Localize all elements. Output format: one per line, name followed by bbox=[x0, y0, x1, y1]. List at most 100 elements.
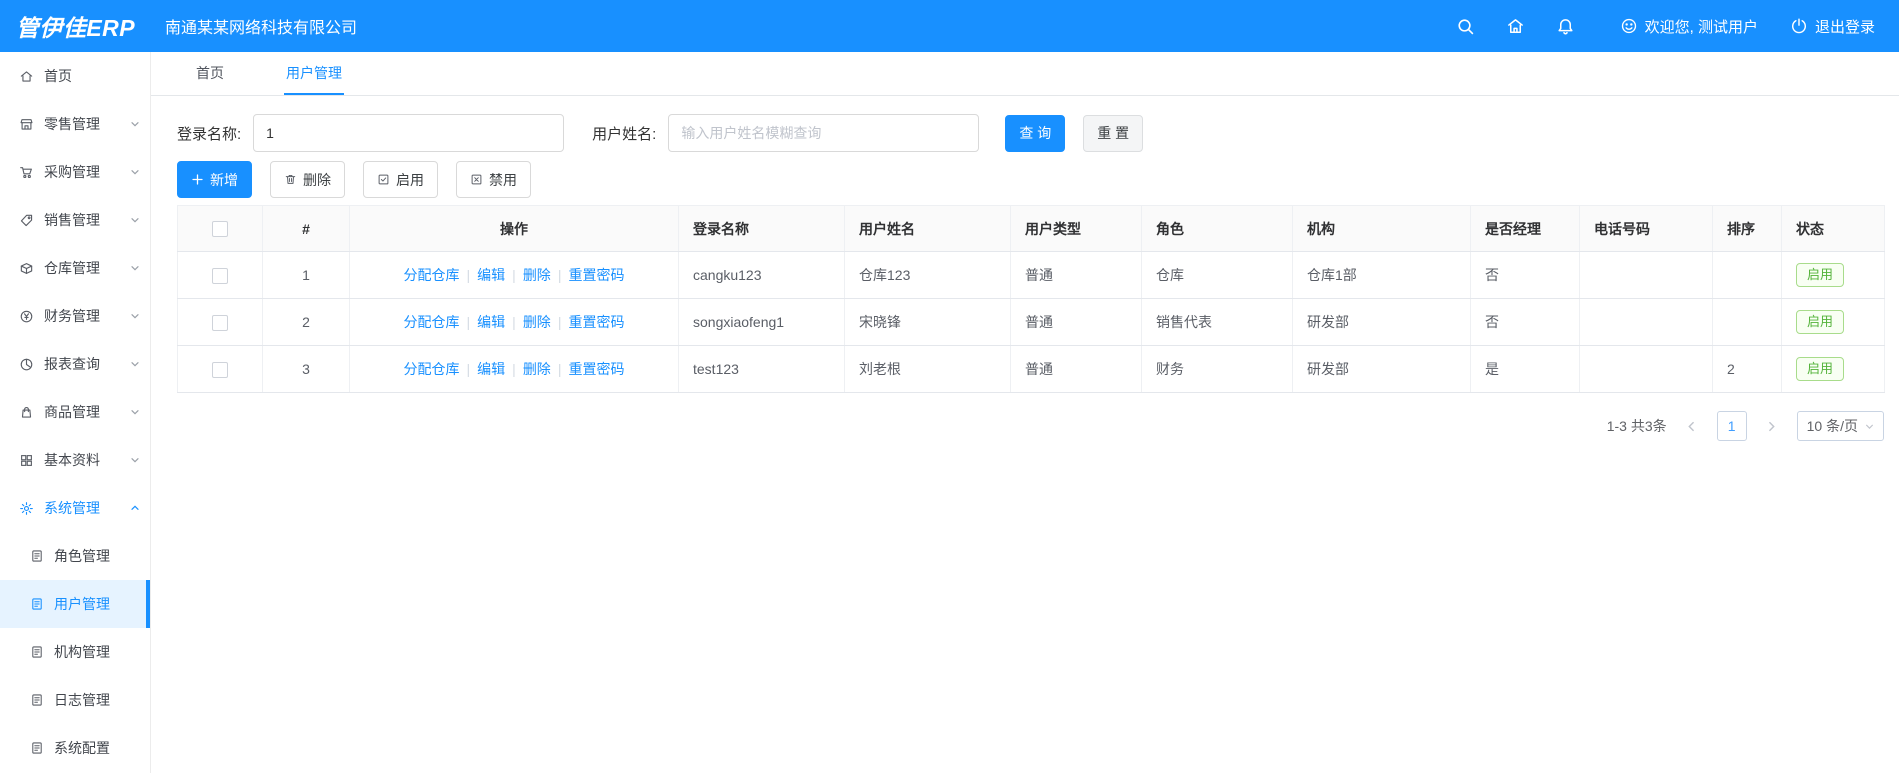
table-toolbar: 新增 删除 启用 禁用 bbox=[177, 161, 1884, 198]
delete-link[interactable]: 删除 bbox=[523, 314, 551, 330]
sidebar-item-basic-data[interactable]: 基本资料 bbox=[0, 436, 150, 484]
sidebar-item-label: 报表查询 bbox=[44, 356, 100, 372]
sidebar-item-label: 销售管理 bbox=[44, 212, 100, 228]
page-number-1[interactable]: 1 bbox=[1716, 411, 1747, 441]
topbar-actions: 欢迎您, 测试用户 退出登录 bbox=[1428, 14, 1899, 38]
user-name-label: 用户姓名: bbox=[592, 125, 657, 143]
logout-text: 退出登录 bbox=[1814, 18, 1875, 36]
sidebar-item-system[interactable]: 系统管理 bbox=[0, 484, 150, 532]
bell-icon[interactable] bbox=[1554, 14, 1578, 38]
sidebar-item-purchase[interactable]: 采购管理 bbox=[0, 148, 150, 196]
cell-name: 仓库123 bbox=[844, 251, 1011, 299]
add-button[interactable]: 新增 bbox=[177, 161, 252, 198]
tab-user-management[interactable]: 用户管理 bbox=[284, 52, 344, 95]
column-header-type: 用户类型 bbox=[1010, 205, 1142, 252]
assign-warehouse-link[interactable]: 分配仓库 bbox=[404, 314, 460, 330]
assign-warehouse-link[interactable]: 分配仓库 bbox=[404, 267, 460, 283]
table-row: 2 分配仓库 | 编辑 | 删除 | 重置密码 songxiaofeng1 宋晓锋 普通 销… bbox=[177, 298, 1885, 346]
action-separator: | bbox=[557, 314, 562, 330]
page-size-label: 10 条/页 bbox=[1806, 418, 1858, 434]
enable-button-label: 启用 bbox=[396, 171, 424, 188]
home-icon[interactable] bbox=[1504, 14, 1528, 38]
sidebar-item-label: 零售管理 bbox=[44, 116, 100, 132]
cell-status: 启用 bbox=[1781, 298, 1885, 346]
sidebar-item-retail[interactable]: 零售管理 bbox=[0, 100, 150, 148]
delete-link[interactable]: 删除 bbox=[523, 267, 551, 283]
home-icon bbox=[19, 69, 34, 84]
cell-name: 刘老根 bbox=[844, 345, 1011, 393]
action-separator: | bbox=[512, 314, 516, 330]
company-name: 南通某某网络科技有限公司 bbox=[165, 20, 358, 37]
user-menu[interactable]: 欢迎您, 测试用户 bbox=[1620, 16, 1758, 37]
row-checkbox[interactable] bbox=[212, 314, 228, 331]
sidebar-item-warehouse[interactable]: 仓库管理 bbox=[0, 244, 150, 292]
edit-link[interactable]: 编辑 bbox=[477, 314, 505, 330]
reset-button[interactable]: 重 置 bbox=[1083, 114, 1144, 152]
sidebar-item-label: 机构管理 bbox=[54, 644, 110, 660]
cell-org: 仓库1部 bbox=[1292, 251, 1471, 299]
select-all-checkbox[interactable] bbox=[212, 221, 228, 238]
app-logo[interactable]: 管伊佳ERP bbox=[0, 9, 151, 43]
enable-button[interactable]: 启用 bbox=[363, 161, 438, 198]
grid-icon bbox=[19, 453, 34, 468]
user-name-input[interactable] bbox=[668, 114, 980, 152]
tab-home[interactable]: 首页 bbox=[194, 52, 226, 95]
sidebar-item-goods[interactable]: 商品管理 bbox=[0, 388, 150, 436]
cell-name: 宋晓锋 bbox=[844, 298, 1011, 346]
status-badge[interactable]: 启用 bbox=[1796, 263, 1845, 287]
delete-button[interactable]: 删除 bbox=[270, 161, 345, 198]
disable-button[interactable]: 禁用 bbox=[456, 161, 531, 198]
sidebar-item-log-management[interactable]: 日志管理 bbox=[0, 676, 150, 724]
edit-link[interactable]: 编辑 bbox=[477, 361, 505, 377]
assign-warehouse-link[interactable]: 分配仓库 bbox=[404, 361, 460, 377]
action-separator: | bbox=[512, 361, 516, 377]
query-button[interactable]: 查 询 bbox=[1005, 114, 1066, 152]
user-table: # 操作 登录名称 用户姓名 用户类型 角色 机构 是否经理 电话号码 排序 状 bbox=[177, 205, 1885, 393]
sidebar-item-finance[interactable]: 财务管理 bbox=[0, 292, 150, 340]
status-badge[interactable]: 启用 bbox=[1796, 310, 1845, 334]
logout-icon bbox=[1791, 18, 1806, 34]
sidebar-item-system-config[interactable]: 系统配置 bbox=[0, 724, 150, 772]
sales-tag-icon bbox=[19, 213, 34, 228]
reset-password-link[interactable]: 重置密码 bbox=[568, 267, 624, 283]
next-page-button[interactable] bbox=[1757, 411, 1787, 441]
edit-link[interactable]: 编辑 bbox=[477, 267, 505, 283]
cell-manager: 否 bbox=[1470, 251, 1580, 299]
chevron-down-icon bbox=[130, 263, 140, 273]
page-size-select[interactable]: 10 条/页 bbox=[1796, 411, 1884, 441]
logout-button[interactable]: 退出登录 bbox=[1790, 16, 1875, 37]
search-form: 登录名称: 用户姓名: 查 询 重 置 bbox=[177, 114, 1884, 152]
sidebar-item-org-management[interactable]: 机构管理 bbox=[0, 628, 150, 676]
document-icon bbox=[30, 693, 44, 707]
reset-password-link[interactable]: 重置密码 bbox=[568, 361, 624, 377]
delete-link[interactable]: 删除 bbox=[523, 361, 551, 377]
row-checkbox[interactable] bbox=[212, 267, 228, 284]
action-separator: | bbox=[466, 361, 471, 377]
cell-type: 普通 bbox=[1010, 345, 1142, 393]
sidebar-item-home[interactable]: 首页 bbox=[0, 52, 150, 100]
sidebar-item-label: 系统管理 bbox=[44, 500, 100, 516]
search-icon[interactable] bbox=[1454, 14, 1478, 38]
cell-index: 2 bbox=[262, 298, 350, 346]
reset-password-link[interactable]: 重置密码 bbox=[568, 314, 624, 330]
row-checkbox[interactable] bbox=[212, 361, 228, 378]
sidebar-item-reports[interactable]: 报表查询 bbox=[0, 340, 150, 388]
document-icon bbox=[30, 549, 44, 563]
sidebar-item-user-management[interactable]: 用户管理 bbox=[0, 580, 150, 628]
cell-login: test123 bbox=[678, 345, 845, 393]
sidebar-item-label: 财务管理 bbox=[44, 308, 100, 324]
login-name-input[interactable] bbox=[253, 114, 565, 152]
sidebar-item-role-management[interactable]: 角色管理 bbox=[0, 532, 150, 580]
chevron-down-icon bbox=[130, 311, 140, 321]
status-badge[interactable]: 启用 bbox=[1796, 357, 1845, 381]
disable-button-label: 禁用 bbox=[489, 171, 517, 188]
sidebar-item-sales[interactable]: 销售管理 bbox=[0, 196, 150, 244]
document-icon bbox=[30, 741, 44, 755]
cell-sort: 2 bbox=[1712, 345, 1782, 393]
sidebar-item-label: 商品管理 bbox=[44, 404, 100, 420]
cell-sort bbox=[1712, 298, 1782, 346]
cell-actions: 分配仓库 | 编辑 | 删除 | 重置密码 bbox=[349, 251, 679, 299]
document-icon bbox=[30, 645, 44, 659]
prev-page-button[interactable] bbox=[1677, 411, 1707, 441]
sidebar-item-label: 用户管理 bbox=[54, 596, 110, 612]
